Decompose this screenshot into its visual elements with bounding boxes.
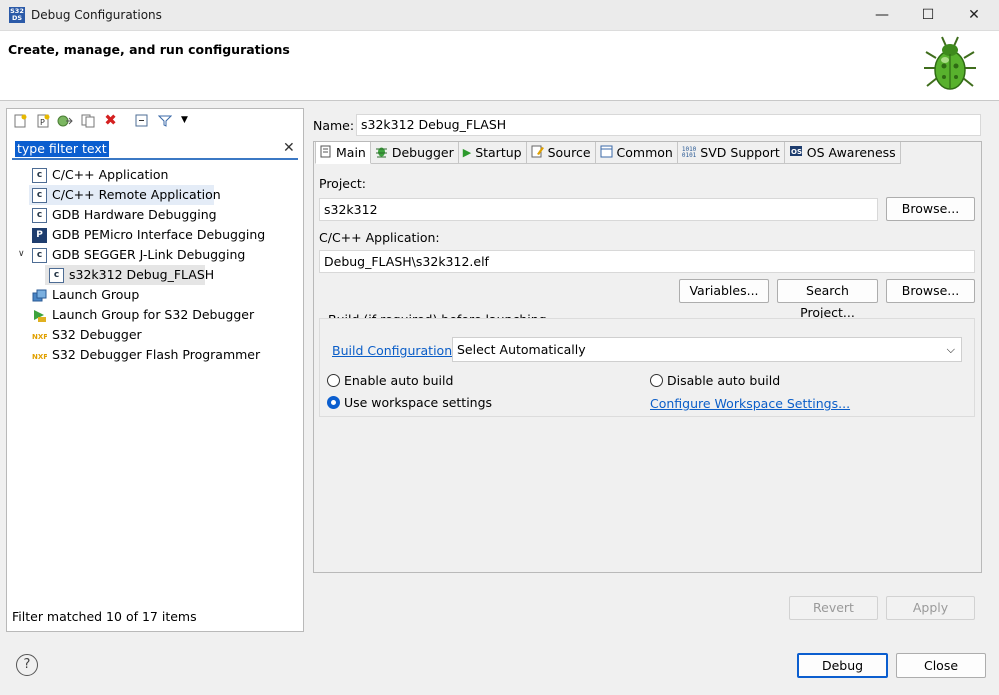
enable-auto-build-radio[interactable]: [327, 374, 340, 387]
svg-text:NXP: NXP: [32, 353, 47, 361]
tree-item-cpp-application[interactable]: c C/C++ Application: [32, 165, 182, 185]
tab-main[interactable]: Main: [315, 142, 371, 164]
revert-button[interactable]: Revert: [789, 596, 878, 620]
pemicro-icon: P: [32, 228, 47, 243]
tree-item-launch-group[interactable]: Launch Group: [32, 285, 182, 305]
build-configuration-link[interactable]: Build Configuration:: [332, 343, 456, 358]
name-label: Name:: [313, 118, 355, 133]
build-configuration-select[interactable]: Select Automatically ⌵: [452, 337, 962, 362]
window-title: Debug Configurations: [31, 8, 162, 22]
tree-item-gdb-pemicro-debugging[interactable]: P GDB PEMicro Interface Debugging: [32, 225, 272, 245]
export-configuration-icon[interactable]: [56, 112, 73, 129]
configuration-tree-panel: P ✖ ▼ type filter text ✕ c C/C++ Applica…: [6, 108, 304, 632]
tree-item-cpp-remote-application[interactable]: c C/C++ Remote Application: [29, 185, 221, 205]
search-project-button[interactable]: Search Project...: [777, 279, 878, 320]
project-field[interactable]: s32k312: [319, 198, 878, 221]
minimize-button[interactable]: —: [859, 0, 905, 31]
c-config-icon: c: [32, 188, 47, 203]
close-button[interactable]: Close: [896, 653, 986, 678]
application-browse-button[interactable]: Browse...: [886, 279, 975, 303]
c-config-icon: c: [49, 268, 64, 283]
duplicate-icon[interactable]: [79, 112, 96, 129]
configuration-name-input[interactable]: s32k312 Debug_FLASH: [356, 114, 981, 136]
enable-auto-build-option[interactable]: Enable auto build: [327, 373, 453, 388]
project-label: Project:: [319, 176, 366, 191]
close-window-button[interactable]: ✕: [951, 0, 997, 31]
filter-input[interactable]: [12, 138, 298, 160]
configure-workspace-settings-link[interactable]: Configure Workspace Settings...: [650, 396, 850, 411]
main-tab-icon: [320, 145, 332, 161]
disable-auto-build-radio[interactable]: [650, 374, 663, 387]
use-workspace-settings-option[interactable]: Use workspace settings: [327, 395, 492, 410]
filter-status: Filter matched 10 of 17 items: [12, 609, 197, 624]
expand-chevron-icon[interactable]: ∨: [18, 249, 25, 259]
s32ds-app-icon: S32 DS: [9, 7, 25, 23]
tab-svd-support[interactable]: 1010 0101 SVD Support: [677, 142, 785, 164]
maximize-button[interactable]: ☐: [905, 0, 951, 31]
tab-os-awareness[interactable]: OS OS Awareness: [784, 142, 901, 164]
filter-icon[interactable]: [156, 112, 173, 129]
clear-filter-icon[interactable]: ✕: [283, 140, 295, 156]
application-field[interactable]: Debug_FLASH\s32k312.elf: [319, 250, 975, 273]
chevron-down-icon: ⌵: [946, 343, 955, 356]
tab-common[interactable]: Common: [595, 142, 678, 164]
c-config-icon: c: [32, 248, 47, 263]
os-awareness-icon: OS: [789, 145, 803, 161]
new-configuration-icon[interactable]: [11, 112, 28, 129]
bug-icon: [924, 36, 976, 90]
delete-icon[interactable]: ✖: [102, 112, 119, 129]
common-icon: [600, 145, 613, 161]
tree-item-gdb-hardware-debugging[interactable]: c GDB Hardware Debugging: [32, 205, 232, 225]
tab-source[interactable]: Source: [526, 142, 596, 164]
apply-button[interactable]: Apply: [886, 596, 975, 620]
svg-text:OS: OS: [791, 148, 802, 156]
tab-debugger[interactable]: Debugger: [370, 142, 459, 164]
view-menu-chevron-icon[interactable]: ▼: [176, 112, 193, 129]
build-configuration-value: Select Automatically: [457, 342, 586, 357]
help-icon[interactable]: ?: [16, 654, 38, 676]
tab-startup[interactable]: ▶ Startup: [458, 142, 527, 164]
tab-strip: Main Debugger ▶ Startup Source Common 10…: [315, 142, 901, 164]
tree-item-s32k312-debug-flash[interactable]: c s32k312 Debug_FLASH: [45, 265, 214, 285]
c-config-icon: c: [32, 168, 47, 183]
c-config-icon: c: [32, 208, 47, 223]
s32-debugger-icon: NXP: [32, 348, 48, 369]
project-browse-button[interactable]: Browse...: [886, 197, 975, 221]
header-title: Create, manage, and run configurations: [8, 42, 290, 57]
use-workspace-settings-radio[interactable]: [327, 396, 340, 409]
source-icon: [531, 145, 544, 161]
tree-item-s32-debugger[interactable]: NXP S32 Debugger: [32, 325, 182, 345]
svg-text:NXP: NXP: [32, 333, 47, 341]
variables-button[interactable]: Variables...: [679, 279, 769, 303]
startup-play-icon: ▶: [462, 146, 472, 159]
new-prototype-icon[interactable]: P: [34, 112, 51, 129]
tree-item-launch-group-s32-debugger[interactable]: Launch Group for S32 Debugger: [32, 305, 262, 325]
title-bar: S32 DS Debug Configurations — ☐ ✕: [0, 0, 999, 31]
application-label: C/C++ Application:: [319, 230, 440, 245]
tree-toolbar: P ✖ ▼: [7, 109, 303, 133]
disable-auto-build-option[interactable]: Disable auto build: [650, 373, 780, 388]
collapse-all-icon[interactable]: [133, 112, 150, 129]
debugger-bug-icon: [375, 145, 388, 161]
tree-item-gdb-segger-jlink-debugging[interactable]: c GDB SEGGER J-Link Debugging: [32, 245, 262, 265]
svd-binary-icon: 1010 0101: [681, 145, 697, 159]
dialog-header: Create, manage, and run configurations: [0, 31, 999, 101]
debug-button[interactable]: Debug: [797, 653, 888, 678]
tree-item-s32-debugger-flash-programmer[interactable]: NXP S32 Debugger Flash Programmer: [32, 345, 272, 365]
svg-text:P: P: [40, 118, 45, 127]
